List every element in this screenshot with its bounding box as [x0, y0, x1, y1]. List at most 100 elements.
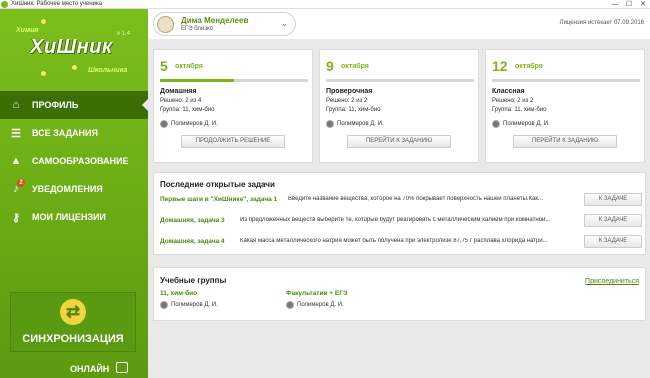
assignment-card: 5 октября Домашняя Решено: 2 из 4 Группа… [153, 49, 313, 163]
atom-icon [40, 70, 47, 77]
assignment-type: Проверочная [326, 88, 373, 95]
day-number: 9 [326, 58, 334, 74]
assignment-card: 9 октября Проверочная Решено: 2 из 2 Гру… [319, 49, 479, 163]
progress-fill [160, 79, 234, 82]
day-month: октября [341, 63, 369, 70]
sync-button[interactable]: ⇄ СИНХРОНИЗАЦИЯ [10, 292, 136, 352]
user-menu[interactable]: Дима Менделеев ЕГЭ близко ⌄ [153, 12, 296, 36]
task-link[interactable]: Домашняя, задача 4 [160, 238, 225, 245]
go-to-task-button[interactable]: К ЗАДАЧЕ [584, 235, 642, 248]
go-to-assignment-button[interactable]: ПЕРЕЙТИ К ЗАДАНИЮ [513, 135, 617, 148]
task-description: Введите название вещества, которое на 70… [288, 196, 544, 202]
user-name: Дима Менделеев [181, 16, 249, 25]
key-icon: ⚷ [11, 211, 21, 224]
teacher: Полимеров Д. И. [492, 120, 550, 128]
teacher: Полимеров Д. И. [160, 120, 218, 128]
app-logo: Химия ХиШник Школьника v 1.4 [0, 9, 148, 87]
nav-item-profile[interactable]: ⌂ ПРОФИЛЬ [0, 91, 148, 119]
app-icon [1, 0, 8, 8]
teacher-avatar [160, 120, 168, 128]
task-row: Домашняя, задача 3 Из предложенных вещес… [160, 214, 642, 230]
logo-title: ХиШник [30, 36, 113, 58]
sync-icon: ⇄ [60, 299, 86, 325]
teacher-avatar [492, 120, 500, 128]
task-link[interactable]: Первые шаги в "ХиШнике", задача 1 [160, 196, 277, 203]
recent-tasks-title: Последние открытые задачи [160, 180, 275, 189]
group-item[interactable]: Факультатив + ЕГЭ Полимеров Д. И. [286, 290, 348, 309]
close-button[interactable]: ✕ [636, 0, 650, 9]
group-name: 11, хим-био [160, 290, 198, 297]
join-group-link[interactable]: Присоединиться [585, 278, 639, 285]
sidebar: Химия ХиШник Школьника v 1.4 ⌂ ПРОФИЛЬ ☰… [0, 9, 148, 378]
atom-icon [40, 18, 47, 25]
sync-label: СИНХРОНИЗАЦИЯ [22, 333, 124, 345]
task-row: Домашняя, задача 4 Какая масса металличе… [160, 235, 642, 251]
sidebar-nav: ⌂ ПРОФИЛЬ ☰ ВСЕ ЗАДАНИЯ ▲ САМООБРАЗОВАНИ… [0, 91, 148, 231]
teacher-avatar [326, 120, 334, 128]
solved-count: Решено: 2 из 4 [160, 98, 202, 104]
task-description: Какая масса металлического натрия может … [240, 238, 548, 244]
nav-item-label: ПРОФИЛЬ [32, 100, 79, 110]
teacher-name: Полимеров Д. И. [297, 302, 344, 308]
header: Дима Менделеев ЕГЭ близко ⌄ Лицензия ист… [148, 9, 650, 39]
progress-bar [160, 79, 308, 82]
continue-solving-button[interactable]: ПРОДОЛЖИТЬ РЕШЕНИЕ [181, 135, 285, 148]
group-name: Группа: 11, хим-био [160, 107, 215, 113]
task-description: Из предложенных веществ выберите те, кот… [240, 217, 551, 223]
nav-item-self-education[interactable]: ▲ САМООБРАЗОВАНИЕ [0, 147, 148, 175]
day-month: октября [175, 63, 203, 70]
assignment-card: 12 октября Классная Решено: 2 из 2 Групп… [485, 49, 645, 163]
go-to-assignment-button[interactable]: ПЕРЕЙТИ К ЗАДАНИЮ [347, 135, 451, 148]
user-status: ЕГЭ близко [181, 26, 214, 32]
nav-item-notifications[interactable]: ♪ 2 УВЕДОМЛЕНИЯ [0, 175, 148, 203]
teacher-avatar [160, 301, 168, 309]
assignment-type: Классная [492, 88, 525, 95]
group-item[interactable]: 11, хим-био Полимеров Д. И. [160, 290, 218, 309]
group-name: Факультатив + ЕГЭ [286, 290, 348, 297]
logo-top-text: Химия [16, 27, 39, 34]
progress-bar [492, 79, 640, 82]
home-icon: ⌂ [12, 99, 20, 111]
teacher-avatar [286, 301, 294, 309]
study-groups-title: Учебные группы [160, 276, 227, 285]
connection-icon[interactable] [116, 362, 128, 373]
license-expiry: Лицензия истекает 07.09.2016 [559, 20, 644, 26]
task-row: Первые шаги в "ХиШнике", задача 1 Введит… [160, 193, 642, 209]
maximize-button[interactable]: ☐ [622, 0, 636, 9]
nav-item-label: МОИ ЛИЦЕНЗИИ [32, 212, 106, 222]
group-name: Группа: 11, хим-био [492, 107, 547, 113]
nav-item-all-tasks[interactable]: ☰ ВСЕ ЗАДАНИЯ [0, 119, 148, 147]
nav-item-label: САМООБРАЗОВАНИЕ [32, 156, 129, 166]
nav-item-licenses[interactable]: ⚷ МОИ ЛИЦЕНЗИИ [0, 203, 148, 231]
graduation-cap-icon: ▲ [10, 155, 22, 167]
online-status: ОНЛАЙН [70, 364, 110, 374]
group-name: Группа: 11, хим-био [326, 107, 381, 113]
go-to-task-button[interactable]: К ЗАДАЧЕ [584, 214, 642, 227]
nav-item-label: УВЕДОМЛЕНИЯ [32, 184, 103, 194]
minimize-button[interactable]: — [608, 0, 622, 9]
task-link[interactable]: Домашняя, задача 3 [160, 217, 225, 224]
progress-bar [326, 79, 474, 82]
app-version: v 1.4 [117, 31, 131, 37]
title-bar: ХиШник: Рабочее место ученика — ☐ ✕ [0, 0, 650, 9]
recent-tasks-panel: Последние открытые задачи Первые шаги в … [153, 172, 646, 255]
main-area: Дима Менделеев ЕГЭ близко ⌄ Лицензия ист… [148, 9, 650, 378]
assignment-type: Домашняя [160, 88, 197, 95]
solved-count: Решено: 2 из 2 [492, 98, 534, 104]
teacher-name: Полимеров Д. И. [337, 121, 384, 127]
study-groups-panel: Учебные группы Присоединиться 11, хим-би… [153, 267, 646, 321]
notification-badge: 2 [17, 179, 25, 187]
chevron-down-icon: ⌄ [281, 19, 288, 28]
window-title: ХиШник: Рабочее место ученика [11, 1, 103, 7]
teacher: Полимеров Д. И. [160, 301, 218, 309]
logo-subtitle: Школьника [88, 67, 128, 74]
list-icon: ☰ [11, 127, 21, 140]
teacher: Полимеров Д. И. [286, 301, 348, 309]
solved-count: Решено: 2 из 2 [326, 98, 368, 104]
go-to-task-button[interactable]: К ЗАДАЧЕ [584, 193, 642, 206]
atom-icon [71, 64, 78, 71]
day-month: октября [515, 63, 543, 70]
avatar [157, 16, 174, 33]
day-number: 12 [492, 58, 508, 74]
nav-item-label: ВСЕ ЗАДАНИЯ [32, 128, 98, 138]
